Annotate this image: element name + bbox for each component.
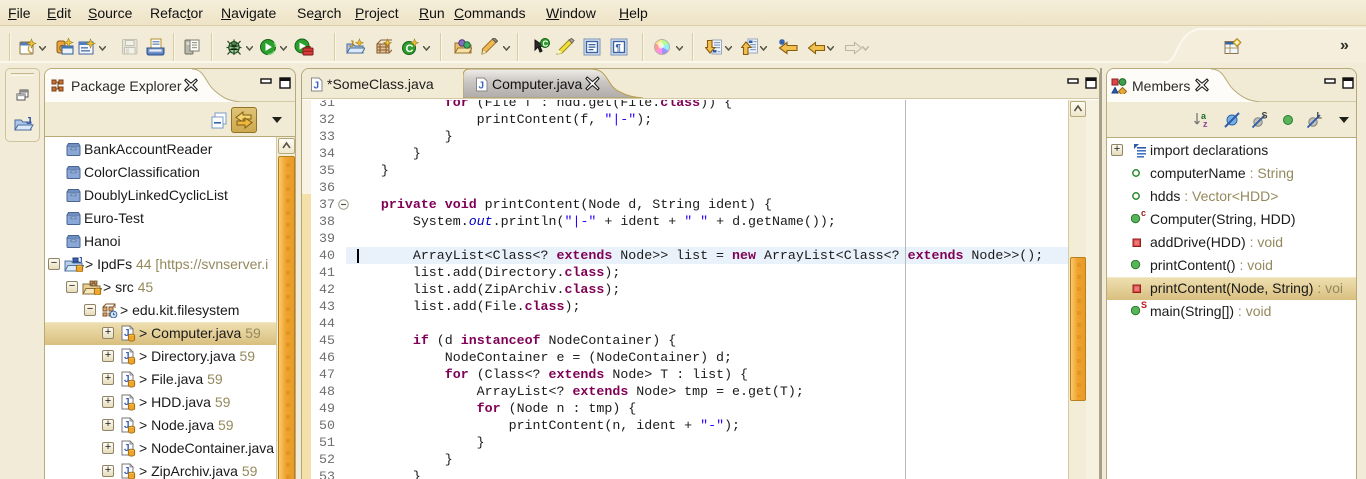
svg-text:S: S	[1262, 111, 1268, 121]
svg-text:J: J	[349, 39, 354, 49]
svg-text:C: C	[543, 39, 549, 48]
svg-text:J: J	[479, 81, 485, 92]
svg-text:L: L	[1317, 111, 1323, 121]
svg-text:J: J	[26, 116, 32, 127]
svg-text:J: J	[314, 81, 320, 92]
svg-text:¶: ¶	[616, 43, 622, 54]
svg-text:C: C	[406, 43, 414, 55]
svg-text:z: z	[1203, 119, 1208, 129]
